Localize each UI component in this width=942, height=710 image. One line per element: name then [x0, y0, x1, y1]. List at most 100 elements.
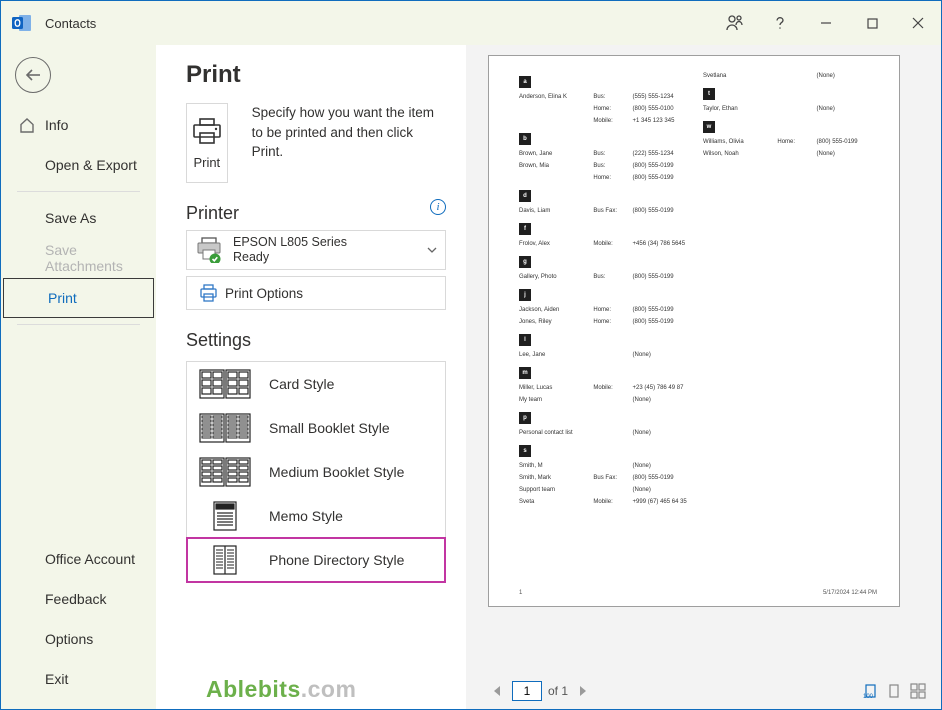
directory-entry: Personal contact list(None)	[519, 427, 703, 439]
directory-letter: s	[519, 445, 531, 457]
directory-entry: Miller, LucasMobile:+23 (45) 786 49 87	[519, 382, 703, 394]
directory-letter: t	[703, 88, 715, 100]
sidebar-label: Office Account	[45, 551, 135, 567]
style-memo[interactable]: Memo Style	[187, 494, 445, 538]
watermark-suffix: .com	[301, 676, 357, 702]
print-button[interactable]: Print	[186, 103, 228, 183]
directory-entry: Taylor, Ethan(None)	[703, 103, 887, 115]
prev-page-button[interactable]	[488, 682, 506, 700]
printer-status: Ready	[233, 250, 347, 265]
style-label: Small Booklet Style	[269, 420, 390, 436]
page-heading: Print	[186, 61, 446, 89]
sidebar-item-feedback[interactable]: Feedback	[1, 579, 156, 619]
sidebar-label: Exit	[45, 671, 68, 687]
directory-entry: Anderson, Elina KBus:(555) 555-1234	[519, 91, 703, 103]
sidebar-item-exit[interactable]: Exit	[1, 659, 156, 699]
page-of-label: of 1	[548, 684, 568, 698]
print-options-icon	[199, 284, 217, 302]
chevron-down-icon	[427, 245, 437, 255]
main-area: Print Print Specify how you want the ite…	[156, 45, 941, 709]
sidebar-item-open-export[interactable]: Open & Export	[1, 145, 156, 185]
print-instruction: Specify how you want the item to be prin…	[252, 103, 446, 162]
print-settings-panel: Print Print Specify how you want the ite…	[156, 45, 466, 709]
style-medium-booklet[interactable]: Medium Booklet Style	[187, 450, 445, 494]
directory-letter: d	[519, 190, 531, 202]
back-button[interactable]	[15, 57, 51, 93]
next-page-button[interactable]	[574, 682, 592, 700]
card-style-icon	[199, 369, 251, 399]
print-options-label: Print Options	[225, 286, 303, 301]
help-icon[interactable]	[757, 1, 803, 45]
directory-entry: Smith, MarkBus Fax:(800) 555-0199	[519, 472, 703, 484]
directory-letter: g	[519, 256, 531, 268]
directory-entry: Brown, MiaBus:(800) 555-0199	[519, 160, 703, 172]
directory-entry: Gallery, PhotoBus:(800) 555-0199	[519, 271, 703, 283]
svg-text:100: 100	[863, 694, 874, 699]
directory-entry-line: Mobile:+1 345 123 345	[519, 115, 703, 127]
close-button[interactable]	[895, 1, 941, 45]
home-icon	[17, 115, 37, 135]
directory-letter: l	[519, 334, 531, 346]
sidebar-label: Save Attachments	[45, 242, 156, 274]
directory-entry: Brown, JaneBus:(222) 555-1234	[519, 148, 703, 160]
preview-nav: of 1 100	[488, 673, 927, 703]
memo-style-icon	[213, 501, 237, 531]
print-button-label: Print	[193, 155, 220, 170]
medium-booklet-icon	[199, 457, 251, 487]
sidebar-label: Open & Export	[45, 157, 137, 173]
small-booklet-icon	[199, 413, 251, 443]
style-small-booklet[interactable]: Small Booklet Style	[187, 406, 445, 450]
backstage-sidebar: Info Open & Export Save As Save Attachme…	[1, 45, 156, 709]
directory-letter: j	[519, 289, 531, 301]
sidebar-item-options[interactable]: Options	[1, 619, 156, 659]
settings-heading: Settings	[186, 330, 446, 351]
style-phone-directory[interactable]: Phone Directory Style	[187, 538, 445, 582]
footer-timestamp: 5/17/2024 12:44 PM	[823, 590, 877, 596]
one-page-button[interactable]	[885, 682, 903, 700]
directory-entry: Frolov, AlexMobile:+456 (34) 786 5645	[519, 238, 703, 250]
phone-directory-icon	[213, 545, 237, 575]
directory-letter: m	[519, 367, 531, 379]
directory-entry-line: Home:(800) 555-0199	[519, 172, 703, 184]
style-list: Card Style Small Booklet Style Medium Bo…	[186, 361, 446, 583]
directory-letter: a	[519, 76, 531, 88]
directory-entry: Svetlana(None)	[703, 70, 887, 82]
directory-entry: Wilson, Noah(None)	[703, 148, 887, 160]
printer-icon	[190, 117, 224, 147]
sidebar-separator	[17, 324, 140, 325]
sidebar-item-office-account[interactable]: Office Account	[1, 539, 156, 579]
directory-letter: b	[519, 133, 531, 145]
sidebar-item-save-attachments: Save Attachments	[1, 238, 156, 278]
sidebar-label: Print	[48, 290, 77, 306]
page-number-input[interactable]	[512, 681, 542, 701]
printer-dropdown[interactable]: EPSON L805 Series Ready	[186, 230, 446, 270]
directory-entry: Davis, LiamBus Fax:(800) 555-0199	[519, 205, 703, 217]
sidebar-label: Save As	[45, 210, 96, 226]
window-title: Contacts	[45, 16, 96, 31]
style-card[interactable]: Card Style	[187, 362, 445, 406]
sidebar-item-save-as[interactable]: Save As	[1, 198, 156, 238]
sidebar-separator	[17, 191, 140, 192]
sidebar-item-info[interactable]: Info	[1, 105, 156, 145]
directory-entry: Support team(None)	[519, 484, 703, 496]
directory-letter: f	[519, 223, 531, 235]
sidebar-item-print[interactable]: Print	[3, 278, 154, 318]
sidebar-label: Options	[45, 631, 93, 647]
app-window: Contacts Info	[0, 0, 942, 710]
directory-entry: Jones, RileyHome:(800) 555-0199	[519, 316, 703, 328]
multi-page-button[interactable]	[909, 682, 927, 700]
sidebar-label: Feedback	[45, 591, 106, 607]
printer-info-icon[interactable]: i	[430, 199, 446, 215]
actual-size-button[interactable]: 100	[861, 682, 879, 700]
print-options-button[interactable]: Print Options	[186, 276, 446, 310]
account-icon[interactable]	[711, 1, 757, 45]
directory-entry: Smith, M(None)	[519, 460, 703, 472]
style-label: Memo Style	[269, 508, 343, 524]
style-label: Card Style	[269, 376, 334, 392]
watermark-text: Ablebits	[206, 676, 301, 702]
style-label: Medium Booklet Style	[269, 464, 404, 480]
directory-letter: p	[519, 412, 531, 424]
footer-page-number: 1	[519, 590, 522, 596]
minimize-button[interactable]	[803, 1, 849, 45]
maximize-button[interactable]	[849, 1, 895, 45]
